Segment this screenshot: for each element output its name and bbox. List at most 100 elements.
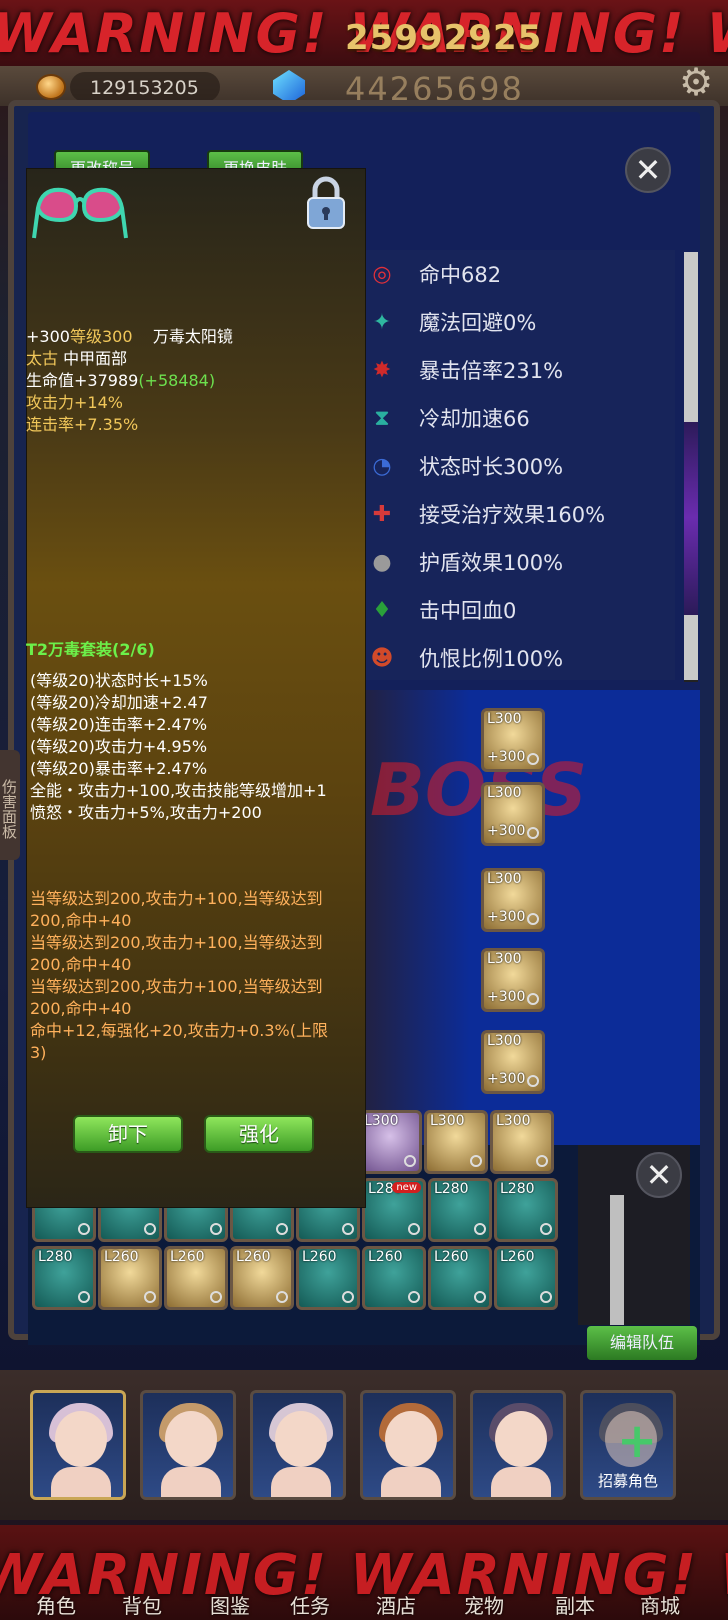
lock-icon [540, 1291, 552, 1303]
slot-level: L280 [434, 1181, 469, 1197]
recruit-label: 招募角色 [597, 1472, 658, 1490]
lock-icon [404, 1155, 416, 1167]
slot-level: L260 [104, 1249, 139, 1265]
item-attack: 攻击力+14% [26, 393, 123, 412]
stat-row: ◎ 命中682 [365, 250, 665, 298]
set-bonus-line: (等级20)冷却加速+2.47 [30, 693, 208, 712]
target-icon: ◎ [372, 261, 392, 287]
stat-scrollbar-thumb-lower [684, 615, 698, 680]
game-screen: WARNING! WARNING! WARNING! 25992925 1291… [0, 0, 728, 1620]
stat-label: 命中682 [419, 263, 502, 287]
inventory-slot[interactable]: L280 [428, 1178, 492, 1242]
inventory-slot[interactable]: L280 [32, 1246, 96, 1310]
new-badge: new [392, 1182, 421, 1193]
inventory-slot[interactable]: L280 new [362, 1178, 426, 1242]
stat-row: ● 护盾效果100% [365, 538, 665, 586]
conditional-bonus-line: 200,命中+40 [30, 911, 132, 930]
unequip-button[interactable]: 卸下 [73, 1115, 183, 1153]
inventory-slot[interactable]: L260 [296, 1246, 360, 1310]
edit-team-button[interactable]: 编辑队伍 [587, 1326, 697, 1360]
conditional-bonus-line: 200,命中+40 [30, 999, 132, 1018]
equip-slot-foot[interactable]: L300 +300 [481, 1030, 545, 1094]
slot-level: L280 [500, 1181, 535, 1197]
lock-icon [408, 1291, 420, 1303]
lock-icon [78, 1223, 90, 1235]
lock-icon [527, 993, 539, 1005]
inventory-slot[interactable]: L300 [424, 1110, 488, 1174]
stat-scrollbar-thumb[interactable] [684, 252, 698, 422]
hero-portrait[interactable] [140, 1390, 236, 1500]
conditional-bonus-line: 命中+12,每强化+20,攻击力+0.3%(上限 [30, 1021, 329, 1040]
slot-level: L260 [368, 1249, 403, 1265]
slot-level: L260 [170, 1249, 205, 1265]
item-hp-bonus: (+58484) [138, 371, 216, 390]
conditional-bonus-line: 3) [30, 1043, 47, 1062]
nav-dungeon[interactable]: 副本 [555, 1590, 595, 1619]
strengthen-button[interactable]: 强化 [204, 1115, 314, 1153]
stat-row: ☻ 仇恨比例100% [365, 634, 665, 680]
slot-level: L300 [487, 871, 522, 887]
equip-slot-face[interactable]: L300 +300 [481, 708, 545, 772]
equip-slot-hand[interactable]: L300 +300 [481, 948, 545, 1012]
inventory-slot[interactable]: L260 [98, 1246, 162, 1310]
lock-icon [540, 1223, 552, 1235]
threat-icon: ☻ [370, 645, 394, 671]
inventory-slot[interactable]: L260 [362, 1246, 426, 1310]
lock-icon [527, 753, 539, 765]
slot-level: L260 [302, 1249, 337, 1265]
lock-icon [276, 1291, 288, 1303]
set-bonus-list: (等级20)状态时长+15% (等级20)冷却加速+2.47 (等级20)连击率+2… [30, 670, 327, 824]
inventory-slot[interactable]: L260 [428, 1246, 492, 1310]
slot-level: L300 [364, 1113, 399, 1129]
lock-icon [210, 1291, 222, 1303]
slot-enhance: +300 [487, 1071, 526, 1087]
slot-level: L260 [434, 1249, 469, 1265]
inventory-slot[interactable]: L300 [490, 1110, 554, 1174]
nav-character[interactable]: 角色 [36, 1590, 76, 1619]
hero-portrait[interactable] [360, 1390, 456, 1500]
slot-level: L300 [487, 711, 522, 727]
boss-hp: 25992925 [345, 18, 543, 58]
nav-codex[interactable]: 图鉴 [210, 1590, 250, 1619]
nav-shop[interactable]: 商城 [640, 1590, 680, 1619]
enhance-level: +300 [26, 327, 70, 346]
lifesteal-icon: ♦ [372, 597, 392, 623]
inventory-slot[interactable]: L260 [164, 1246, 228, 1310]
inventory-slot[interactable]: L260 [494, 1246, 558, 1310]
lock-icon [342, 1223, 354, 1235]
lock-icon [276, 1223, 288, 1235]
lock-icon [474, 1291, 486, 1303]
lock-icon[interactable] [305, 176, 347, 230]
equip-slot-weapon[interactable]: L300 +300 [481, 868, 545, 932]
set-bonus-line: 愤怒・攻击力+5%,攻击力+200 [30, 803, 262, 822]
inventory-slot[interactable]: L300 [358, 1110, 422, 1174]
lock-icon [527, 1075, 539, 1087]
nav-quests[interactable]: 任务 [290, 1590, 330, 1619]
close-icon[interactable]: ✕ [636, 1152, 682, 1198]
inventory-slot[interactable]: L260 [230, 1246, 294, 1310]
stat-row: ✦ 魔法回避0% [365, 298, 665, 346]
item-header-line: +300等级300 万毒太阳镜 [26, 326, 233, 348]
nav-bag[interactable]: 背包 [122, 1590, 162, 1619]
inventory-slot[interactable]: L280 [494, 1178, 558, 1242]
hero-portrait[interactable] [30, 1390, 126, 1500]
slot-level: L300 [487, 785, 522, 801]
close-icon[interactable]: ✕ [625, 147, 671, 193]
hero-portrait[interactable] [250, 1390, 346, 1500]
team-scrollbar[interactable] [610, 1195, 624, 1325]
stat-label: 暴击倍率231% [419, 359, 564, 383]
nav-pets[interactable]: 宠物 [464, 1590, 504, 1619]
equip-slot-neck[interactable]: L300 +300 [481, 782, 545, 846]
lock-icon [342, 1291, 354, 1303]
settings-gear-icon[interactable]: ⚙ [676, 62, 716, 102]
stat-row: ◔ 状态时长300% [365, 442, 665, 490]
slot-level: L300 [430, 1113, 465, 1129]
item-level: 等级300 [69, 327, 133, 346]
hero-portrait[interactable] [470, 1390, 566, 1500]
item-name: 万毒太阳镜 [152, 327, 233, 346]
slot-enhance: +300 [487, 823, 526, 839]
nav-tavern[interactable]: 酒店 [376, 1590, 416, 1619]
recruit-hero-button[interactable]: + 招募角色 [580, 1390, 676, 1500]
stat-row: ♦ 击中回血0 [365, 586, 665, 634]
damage-panel-tab[interactable]: 伤害面板 [0, 750, 20, 860]
